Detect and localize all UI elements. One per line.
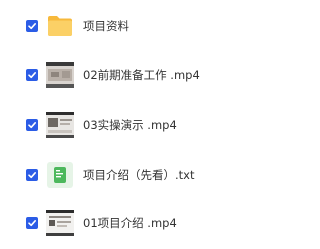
list-item-video[interactable]: 02前期准备工作 .mp4 — [0, 55, 300, 95]
file-list: 项目资料 02前期准备工作 .mp4 03实操演示 .mp4 项目介绍（先看）.… — [0, 0, 300, 249]
video-thumbnail — [46, 61, 74, 89]
txt-file-icon — [46, 161, 74, 189]
folder-icon — [46, 12, 74, 40]
checkbox-checked[interactable] — [26, 119, 38, 131]
file-name[interactable]: 02前期准备工作 .mp4 — [83, 67, 200, 83]
checkbox-checked[interactable] — [26, 169, 38, 181]
video-thumbnail — [46, 111, 74, 139]
list-item-video[interactable]: 03实操演示 .mp4 — [0, 105, 300, 145]
list-item-folder[interactable]: 项目资料 — [0, 6, 300, 46]
list-item-txt[interactable]: 项目介绍（先看）.txt — [0, 155, 300, 195]
list-item-video[interactable]: 01项目介绍 .mp4 — [0, 203, 300, 243]
video-thumbnail — [46, 209, 74, 237]
file-name[interactable]: 03实操演示 .mp4 — [83, 117, 177, 133]
file-name[interactable]: 项目资料 — [83, 18, 129, 34]
checkbox-checked[interactable] — [26, 20, 38, 32]
checkbox-checked[interactable] — [26, 69, 38, 81]
checkbox-checked[interactable] — [26, 217, 38, 229]
file-name[interactable]: 01项目介绍 .mp4 — [83, 215, 177, 231]
file-name[interactable]: 项目介绍（先看）.txt — [83, 167, 194, 183]
